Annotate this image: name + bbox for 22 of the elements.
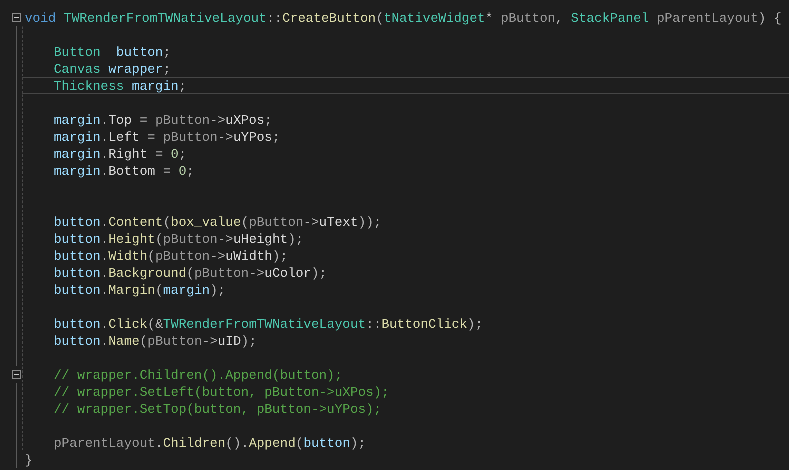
code-line: Canvas wrapper; xyxy=(53,62,172,77)
collapse-icon[interactable] xyxy=(12,370,21,379)
code-line: button.Background(pButton->uColor); xyxy=(53,266,328,281)
code-line: button.Click(&TWRenderFromTWNativeLayout::ButtonClick); xyxy=(53,317,484,332)
code-line: button.Width(pButton->uWidth); xyxy=(53,249,288,264)
code-line: button.Name(pButton->uID); xyxy=(53,334,257,349)
code-line: button.Margin(margin); xyxy=(53,283,226,298)
code-line: margin.Left = pButton->uYPos; xyxy=(53,130,280,145)
code-comment: // wrapper.SetLeft(button, pButton->uXPos); xyxy=(53,385,390,400)
code-line: pParentLayout.Children().Append(button); xyxy=(53,436,366,451)
code-line: } xyxy=(25,453,33,468)
collapse-icon[interactable] xyxy=(12,13,21,22)
code-line: Button button; xyxy=(53,45,172,60)
code-line: button.Content(box_value(pButton->uText)); xyxy=(53,215,382,230)
code-line: margin.Right = 0; xyxy=(53,147,187,162)
code-line: margin.Top = pButton->uXPos; xyxy=(53,113,272,128)
code-line: button.Height(pButton->uHeight); xyxy=(53,232,304,247)
code-comment: // wrapper.SetTop(button, pButton->uYPos); xyxy=(53,402,382,417)
code-line: Thickness margin; xyxy=(53,79,187,94)
code-line: margin.Bottom = 0; xyxy=(53,164,194,179)
code-comment: // wrapper.Children().Append(button); xyxy=(53,368,343,383)
code-line: void TWRenderFromTWNativeLayout::CreateButton(tNativeWidget* pButton, StackPanel pParentLayout) { xyxy=(25,11,782,26)
